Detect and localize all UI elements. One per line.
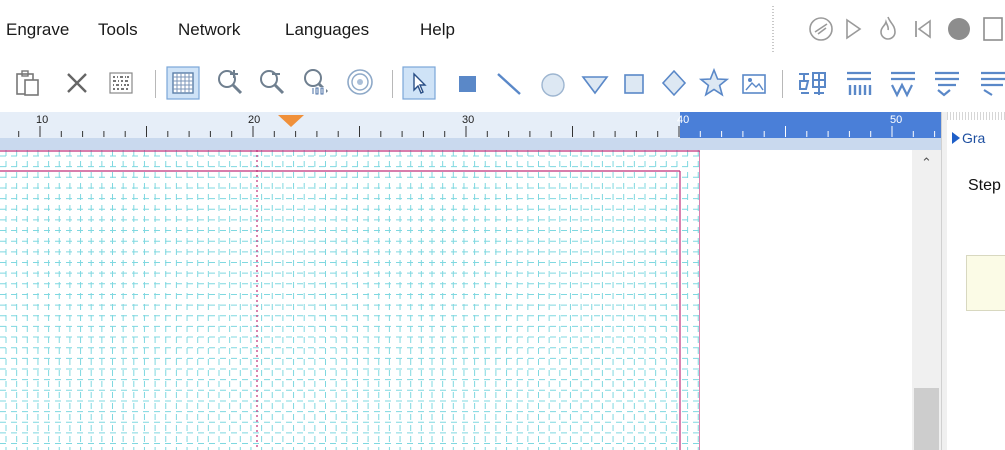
circle-icon[interactable] xyxy=(538,70,568,100)
flame-icon[interactable] xyxy=(876,14,900,44)
skip-back-icon[interactable] xyxy=(910,16,936,42)
align-middle-icon[interactable] xyxy=(888,68,918,100)
scrollbar-thumb[interactable] xyxy=(914,388,939,450)
play-icon[interactable] xyxy=(840,16,866,42)
menu-engrave[interactable]: Engrave xyxy=(6,20,69,40)
diamond-icon[interactable] xyxy=(660,68,688,98)
expand-arrow-icon[interactable] xyxy=(952,132,960,144)
panel-grip xyxy=(947,112,1005,120)
zoom-in-icon[interactable] xyxy=(214,66,246,98)
toolbar xyxy=(0,58,1005,110)
ruler-label-30: 30 xyxy=(462,114,475,126)
zoom-fit-icon[interactable] xyxy=(344,66,376,98)
align-top-icon[interactable] xyxy=(844,68,874,100)
align-bottom-icon[interactable] xyxy=(932,68,962,100)
ruler-label-50: 50 xyxy=(890,114,903,126)
design-canvas[interactable] xyxy=(0,150,912,450)
engrave-disabled-icon[interactable] xyxy=(806,14,836,44)
toolbar-separator xyxy=(155,70,156,98)
ruler-label-40: 40 xyxy=(677,114,690,126)
stop-icon[interactable] xyxy=(944,14,974,44)
step-input[interactable] xyxy=(966,255,1005,311)
barcode-icon[interactable] xyxy=(108,70,134,96)
scroll-up-arrow-icon[interactable]: ⌃ xyxy=(912,152,941,174)
canvas-grid xyxy=(0,150,700,450)
toolbar-separator xyxy=(392,70,393,98)
step-label: Step xyxy=(968,177,1001,194)
distribute-icon[interactable] xyxy=(978,68,1005,100)
pointer-icon[interactable] xyxy=(402,66,436,100)
rectangle-fill-icon[interactable] xyxy=(456,72,480,96)
menu-help[interactable]: Help xyxy=(420,20,455,40)
menu-tools[interactable]: Tools xyxy=(98,20,138,40)
more-icon[interactable] xyxy=(982,14,1005,44)
grid-toggle-icon[interactable] xyxy=(166,66,200,100)
paste-icon[interactable] xyxy=(14,68,42,98)
zoom-out-icon[interactable] xyxy=(256,66,288,98)
ruler-lower-band xyxy=(0,138,941,150)
toolbar-grip xyxy=(772,6,774,52)
menu-network[interactable]: Network xyxy=(178,20,240,40)
panel-section-header[interactable]: Gra xyxy=(952,130,985,146)
ruler-label-10: 10 xyxy=(36,114,49,126)
menu-bar: Engrave Tools Network Languages Help xyxy=(0,0,1005,58)
panel-section-title: Gra xyxy=(962,130,986,146)
text-icon[interactable] xyxy=(796,68,828,100)
zoom-100-icon[interactable] xyxy=(300,66,332,98)
square-icon[interactable] xyxy=(620,70,648,98)
line-icon[interactable] xyxy=(494,70,524,98)
image-icon[interactable] xyxy=(740,70,768,98)
menu-languages[interactable]: Languages xyxy=(285,20,369,40)
triangle-icon[interactable] xyxy=(580,72,610,98)
ruler-label-20: 20 xyxy=(248,114,261,126)
star-icon[interactable] xyxy=(698,67,730,99)
ruler-position-marker-icon[interactable] xyxy=(276,114,306,128)
delete-icon[interactable] xyxy=(64,70,90,96)
toolbar-separator xyxy=(782,70,783,98)
